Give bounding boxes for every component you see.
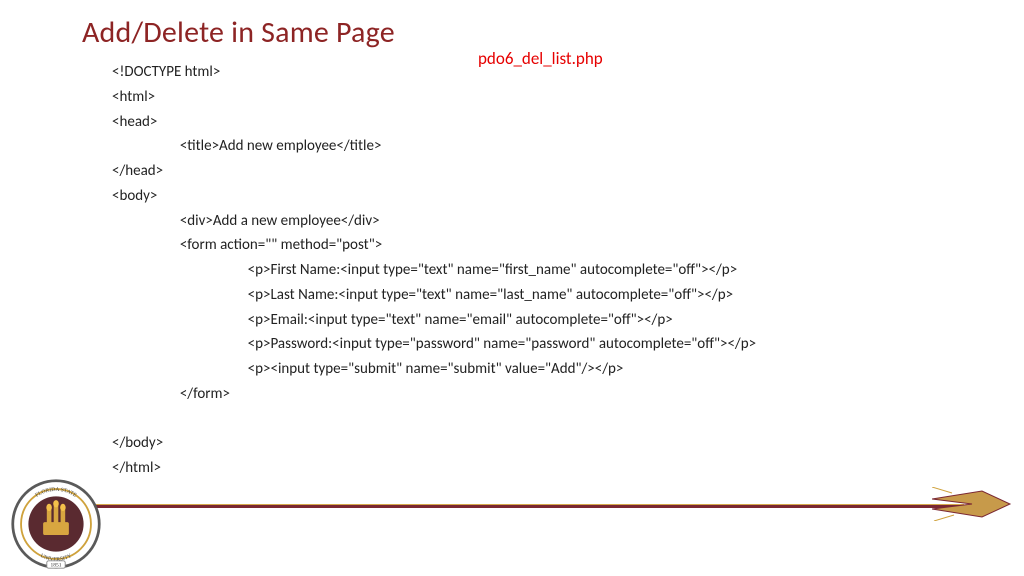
seal-year: 1851: [50, 562, 61, 568]
slide: Add/Delete in Same Page pdo6_del_list.ph…: [0, 0, 1024, 576]
divider-spear: [0, 492, 1024, 522]
code-block: <!DOCTYPE html> <html> <head> <title>Add…: [112, 60, 756, 481]
divider-line: [90, 504, 964, 508]
slide-title: Add/Delete in Same Page: [82, 14, 395, 51]
university-seal-icon: FLORIDA STATE UNIVERSITY 1851: [10, 478, 102, 570]
spear-icon: [932, 487, 1012, 521]
